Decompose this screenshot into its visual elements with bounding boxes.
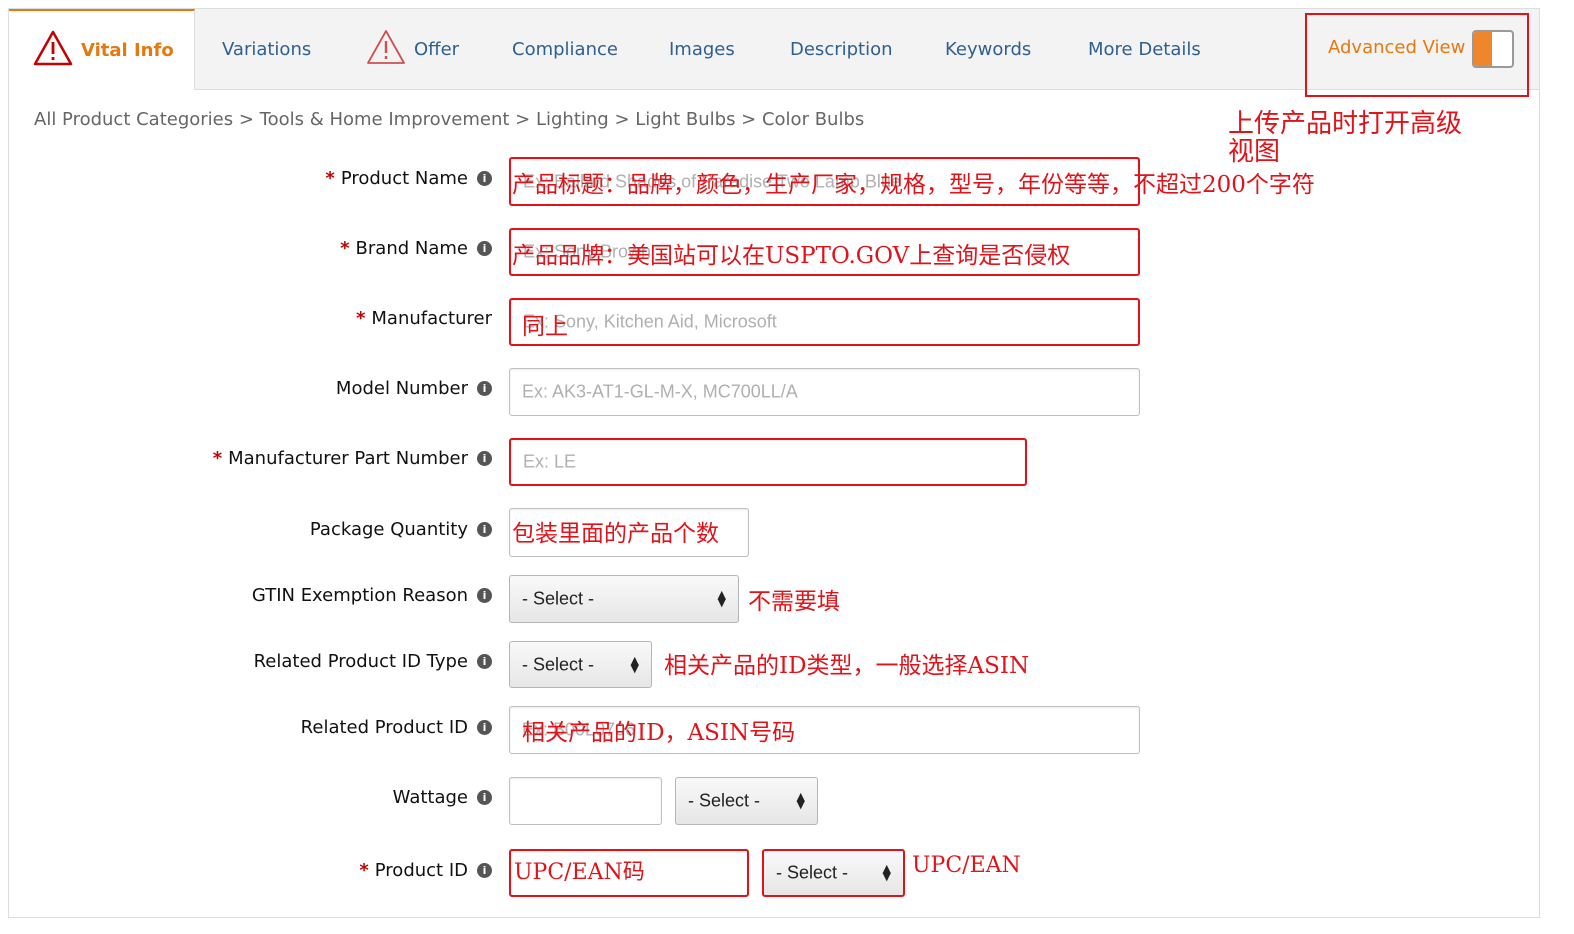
annotation-related-id: 相关产品的ID，ASIN号码 (522, 720, 796, 746)
info-icon[interactable]: i (477, 241, 492, 256)
model-number-placeholder: Ex: AK3-AT1-GL-M-X, MC700LL/A (522, 381, 798, 402)
tab-more-details[interactable]: More Details (1088, 9, 1201, 89)
select-arrows-icon: ▲ ▼ (796, 790, 805, 811)
tab-variations-label: Variations (222, 38, 312, 60)
tab-compliance[interactable]: Compliance (512, 9, 618, 89)
warning-icon (366, 29, 406, 70)
tab-vital-info-label: Vital Info (81, 40, 174, 61)
gtin-exemption-label-text: GTIN Exemption Reason (251, 585, 468, 606)
gtin-exemption-label: GTIN Exemption Reason i (252, 585, 492, 606)
tab-keywords[interactable]: Keywords (945, 9, 1031, 89)
wattage-input[interactable] (509, 777, 662, 825)
warning-icon (33, 30, 73, 71)
related-id-type-select[interactable]: - Select - ▲ ▼ (509, 641, 652, 688)
model-number-label: Model Number i (336, 378, 492, 399)
annotation-brand-name: 产品品牌：美国站可以在USPTO.GOV上查询是否侵权 (512, 243, 1071, 269)
required-asterisk: * (359, 860, 369, 881)
product-name-label: * Product Name i (325, 168, 492, 189)
brand-name-label: * Brand Name i (340, 238, 492, 259)
wattage-unit-select[interactable]: - Select - ▲ ▼ (675, 777, 818, 825)
info-icon[interactable]: i (477, 381, 492, 396)
annotation-product-name: 产品标题：品牌，颜色，生产厂家，规格，型号，年份等等，不超过200个字符 (512, 172, 1315, 198)
tab-images[interactable]: Images (669, 9, 735, 89)
info-icon[interactable]: i (477, 654, 492, 669)
tab-compliance-label: Compliance (512, 38, 618, 60)
required-asterisk: * (355, 308, 366, 329)
mpn-label: * Manufacturer Part Number i (213, 448, 492, 469)
product-id-label: * Product ID i (359, 860, 492, 881)
tab-keywords-label: Keywords (945, 38, 1032, 60)
advanced-view-toggle[interactable] (1472, 30, 1514, 68)
tab-offer[interactable]: Offer (366, 9, 459, 89)
product-id-type-value: - Select - (776, 862, 849, 883)
info-icon[interactable]: i (477, 790, 492, 805)
select-arrows-icon: ▲ ▼ (882, 862, 891, 883)
tab-offer-label: Offer (414, 38, 460, 60)
related-id-label: Related Product ID i (301, 717, 492, 738)
select-arrows-icon: ▲ ▼ (717, 588, 726, 609)
tab-more-details-label: More Details (1088, 38, 1201, 60)
required-asterisk: * (325, 168, 335, 189)
annotation-product-id-type: UPC/EAN (912, 853, 1021, 878)
tab-vital-info[interactable]: Vital Info (9, 9, 195, 90)
info-icon[interactable]: i (477, 863, 492, 878)
tab-description-label: Description (790, 38, 893, 60)
wattage-label-text: Wattage (392, 787, 468, 808)
toggle-fill (1474, 32, 1492, 66)
annotation-manufacturer: 同上 (522, 314, 568, 340)
annotation-related-id-type: 相关产品的ID类型，一般选择ASIN (664, 653, 1030, 679)
package-quantity-label: Package Quantity i (310, 519, 492, 540)
manufacturer-input[interactable]: Ex: Sony, Kitchen Aid, Microsoft (509, 298, 1140, 346)
mpn-placeholder: Ex: LE (523, 451, 577, 472)
tab-variations[interactable]: Variations (222, 9, 311, 89)
product-name-label-text: Product Name (340, 168, 468, 189)
info-icon[interactable]: i (477, 451, 492, 466)
related-id-type-label-text: Related Product ID Type (253, 651, 468, 672)
annotation-advanced-view-2: 视图 (1228, 137, 1281, 167)
model-number-input[interactable]: Ex: AK3-AT1-GL-M-X, MC700LL/A (509, 368, 1140, 416)
info-icon[interactable]: i (477, 720, 492, 735)
annotation-package-quantity: 包装里面的产品个数 (512, 521, 719, 547)
annotation-gtin-exemption: 不需要填 (748, 589, 840, 615)
annotation-product-id: UPC/EAN码 (514, 860, 645, 885)
manufacturer-label-text: Manufacturer (371, 308, 492, 329)
manufacturer-label: * Manufacturer (356, 308, 492, 329)
wattage-label: Wattage i (393, 787, 492, 808)
gtin-exemption-value: - Select - (522, 588, 595, 609)
tab-description[interactable]: Description (790, 9, 893, 89)
tab-images-label: Images (669, 38, 735, 60)
related-id-type-value: - Select - (522, 654, 595, 674)
wattage-unit-value: - Select - (688, 790, 761, 811)
gtin-exemption-select[interactable]: - Select - ▲ ▼ (509, 575, 739, 623)
info-icon[interactable]: i (477, 522, 492, 537)
required-asterisk: * (212, 448, 223, 469)
info-icon[interactable]: i (477, 588, 492, 603)
info-icon[interactable]: i (477, 171, 492, 186)
mpn-input[interactable]: Ex: LE (509, 438, 1027, 486)
mpn-label-text: Manufacturer Part Number (228, 448, 468, 469)
related-id-type-label: Related Product ID Type i (254, 651, 492, 672)
advanced-view-label: Advanced View (1328, 37, 1466, 58)
product-id-label-text: Product ID (374, 860, 468, 881)
select-arrows-icon: ▲ ▼ (630, 653, 639, 675)
required-asterisk: * (340, 238, 350, 259)
product-id-type-select[interactable]: - Select - ▲ ▼ (762, 849, 905, 897)
breadcrumb: All Product Categories > Tools & Home Im… (34, 109, 865, 130)
package-quantity-label-text: Package Quantity (309, 519, 468, 540)
annotation-advanced-view: 上传产品时打开高级 (1228, 109, 1463, 139)
brand-name-label-text: Brand Name (355, 238, 468, 259)
related-id-label-text: Related Product ID (300, 717, 468, 738)
model-number-label-text: Model Number (335, 378, 468, 399)
